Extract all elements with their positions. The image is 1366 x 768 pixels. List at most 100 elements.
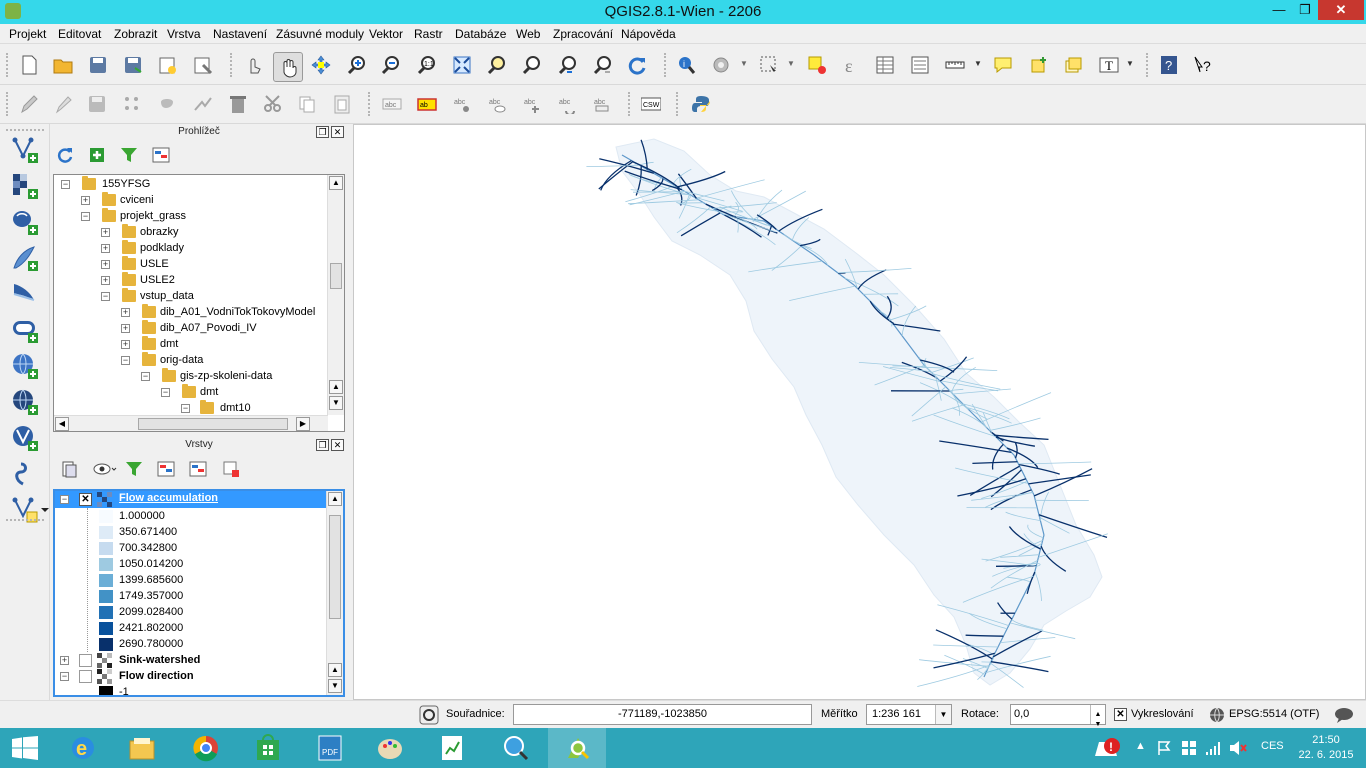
zoom-out-button[interactable] [378,52,404,78]
tree-expander[interactable]: − [161,388,170,397]
menu-nastaveni[interactable]: Nastavení [213,27,267,41]
render-checkbox[interactable]: ✕ [1114,708,1127,721]
windows-start-icon[interactable] [12,736,38,760]
new-print-composer-button[interactable] [154,52,180,78]
scroll-up-arrow[interactable]: ▲ [328,492,342,506]
attribute-table-button[interactable] [872,52,898,78]
scroll-thumb[interactable] [138,418,288,430]
network-grid-icon[interactable] [1181,740,1197,756]
save-as-button[interactable] [120,52,146,78]
tree-item[interactable]: + USLE [98,256,328,272]
toggle-editing-button[interactable] [50,91,76,117]
layer-row-flow-direction[interactable]: − Flow direction [55,668,329,684]
menu-rastr[interactable]: Rastr [414,27,443,41]
volume-muted-icon[interactable] [1229,740,1247,756]
tree-item[interactable]: − dmt [158,384,328,400]
highlight-pinned-labels-button[interactable]: ab [414,91,440,117]
float-panel-button[interactable]: ❐ [316,439,329,451]
paste-features-button[interactable] [329,91,355,117]
text-annotation-button[interactable]: T [1096,52,1122,78]
current-edits-button[interactable] [16,91,42,117]
tree-expander[interactable]: − [81,212,90,221]
layer-expander[interactable]: − [60,495,69,504]
minimize-button[interactable]: — [1266,0,1292,20]
layers-vertical-scrollbar[interactable]: ▲ ▲ ▼ [326,491,343,695]
toolbar-grip[interactable] [230,53,234,77]
select-features-button[interactable] [756,52,782,78]
tree-expander[interactable]: + [101,276,110,285]
signal-strength-icon[interactable] [1205,740,1221,756]
scale-combobox[interactable]: 1:236 161 ▼ [866,704,952,725]
tree-item[interactable]: + dmt [118,336,328,352]
open-project-button[interactable] [50,52,76,78]
add-wfs-layer-icon[interactable] [11,424,39,452]
chevron-down-icon[interactable]: ▼ [1126,59,1134,68]
add-wcs-layer-icon[interactable] [11,388,39,416]
tree-expander[interactable]: − [121,356,130,365]
save-project-button[interactable] [85,52,111,78]
menu-databaze[interactable]: Databáze [455,27,506,41]
tree-expander[interactable]: + [121,308,130,317]
taskbar-clock[interactable]: 21:50 22. 6. 2015 [1295,733,1357,763]
deselect-all-button[interactable] [804,52,830,78]
toolbar-grip[interactable] [6,519,44,521]
scroll-up-arrow[interactable]: ▲ [328,663,342,677]
menu-projekt[interactable]: Projekt [9,27,46,41]
browser-vertical-scrollbar[interactable]: ▲ ▲ ▼ [327,175,344,415]
tree-item[interactable]: + dib_A07_Povodi_IV [118,320,328,336]
tree-expander[interactable]: − [101,292,110,301]
expand-all-icon[interactable] [157,460,175,478]
close-panel-button[interactable]: ✕ [331,126,344,138]
tree-item[interactable]: + obrazky [98,224,328,240]
remove-layer-icon[interactable] [222,460,240,478]
toolbar-grip[interactable] [368,92,372,116]
toolbar-grip[interactable] [6,53,10,77]
tree-expander[interactable]: + [121,324,130,333]
add-spatialite-layer-icon[interactable] [11,244,39,272]
scroll-left-arrow[interactable]: ◀ [55,417,69,431]
taskbar-ie[interactable]: e [53,728,111,768]
tree-item[interactable]: − dmt10 [178,400,328,416]
rotation-spinbox[interactable]: 0,0 ▲ ▼ [1010,704,1106,728]
open-layer-styling-icon[interactable] [60,460,78,478]
pan-map-button[interactable] [273,52,303,82]
show-hide-labels-button[interactable]: abc [484,91,510,117]
toolbar-grip[interactable] [628,92,632,116]
tree-expander[interactable]: − [61,180,70,189]
tree-expander[interactable]: − [181,404,190,413]
show-bookmarks-button[interactable] [1060,52,1086,78]
cut-features-button[interactable] [260,91,286,117]
zoom-next-button[interactable] [590,52,616,78]
statistical-summary-button[interactable] [907,52,933,78]
zoom-to-layer-button[interactable] [484,52,510,78]
touch-zoom-button[interactable] [240,52,266,78]
browser-horizontal-scrollbar[interactable]: ◀ ▶ [54,415,328,431]
taskbar-qgis[interactable] [548,728,606,768]
layer-labeling-button[interactable]: abc [379,91,405,117]
zoom-native-resolution-button[interactable]: 1:1 [414,52,440,78]
pin-labels-button[interactable]: abc [449,91,475,117]
add-oracle-layer-icon[interactable] [11,316,39,344]
menu-web[interactable]: Web [516,27,540,41]
chevron-down-icon[interactable]: ▼ [935,705,951,724]
layer-expander[interactable]: − [60,672,69,681]
scroll-down-arrow[interactable]: ▼ [328,679,342,693]
add-delimited-text-icon[interactable] [11,460,39,488]
tree-expander[interactable]: + [101,260,110,269]
add-wms-layer-icon[interactable] [11,352,39,380]
menu-editovat[interactable]: Editovat [58,27,101,41]
zoom-last-button[interactable] [555,52,581,78]
save-layer-edits-button[interactable] [84,91,110,117]
move-label-button[interactable]: abc [519,91,545,117]
tree-item[interactable]: − 155YFSG [58,176,328,192]
add-vector-layer-icon[interactable] [11,136,39,164]
layers-tree[interactable]: − ✕ Flow accumulation 1.000000 350.671400… [53,489,345,697]
whats-this-button[interactable]: ? [1190,52,1216,78]
tree-item[interactable]: − projekt_grass [78,208,328,224]
refresh-icon[interactable] [56,146,74,164]
zoom-in-button[interactable] [344,52,370,78]
restore-button[interactable]: ❐ [1292,0,1318,20]
tree-expander[interactable]: − [141,372,150,381]
zoom-full-button[interactable] [449,52,475,78]
toolbar-grip[interactable] [676,92,680,116]
